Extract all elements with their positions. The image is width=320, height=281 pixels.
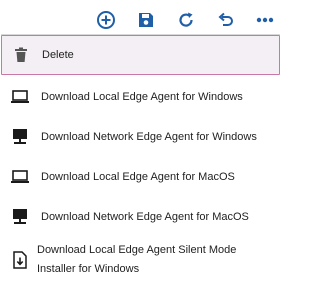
actions-menu: Delete Download Local Edge Agent for Win… — [1, 34, 280, 281]
menu-item-label: Download Network Edge Agent for Windows — [41, 130, 257, 143]
menu-item-label: Delete — [42, 48, 74, 61]
menu-item-download-local-macos[interactable]: Download Local Edge Agent for MacOS — [1, 157, 280, 197]
save-icon — [137, 11, 155, 29]
refresh-button[interactable] — [175, 9, 197, 31]
laptop-icon — [10, 87, 30, 107]
undo-button[interactable] — [215, 9, 237, 31]
file-download-icon — [10, 250, 30, 270]
refresh-icon — [177, 11, 195, 29]
add-circle-icon — [96, 10, 116, 30]
undo-icon — [217, 11, 235, 29]
menu-item-download-network-windows[interactable]: Download Network Edge Agent for Windows — [1, 117, 280, 157]
menu-item-download-network-macos[interactable]: Download Network Edge Agent for MacOS — [1, 197, 280, 237]
add-button[interactable] — [95, 9, 117, 31]
laptop-icon — [10, 167, 30, 187]
menu-item-label: Download Local Edge Agent for Windows — [41, 90, 243, 103]
menu-item-label: Download Local Edge Agent for MacOS — [41, 170, 235, 183]
trash-icon — [11, 45, 31, 65]
page: Delete Download Local Edge Agent for Win… — [0, 0, 281, 281]
save-button[interactable] — [135, 9, 157, 31]
menu-item-download-local-windows[interactable]: Download Local Edge Agent for Windows — [1, 77, 280, 117]
menu-item-download-silent-installer[interactable]: Download Local Edge Agent Silent Mode In… — [1, 237, 280, 281]
menu-item-delete[interactable]: Delete — [1, 35, 280, 75]
more-button[interactable] — [254, 9, 276, 31]
menu-item-label: Download Network Edge Agent for MacOS — [41, 210, 249, 223]
network-computer-icon — [10, 207, 30, 227]
more-icon — [255, 10, 275, 30]
toolbar — [0, 0, 281, 36]
menu-item-label: Download Local Edge Agent Silent Mode In… — [37, 243, 237, 275]
network-computer-icon — [10, 127, 30, 147]
